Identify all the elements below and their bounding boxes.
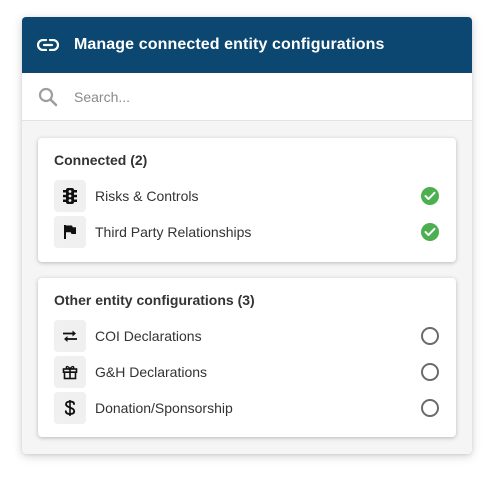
other-configurations-section: Other entity configurations (3) COI Decl…: [38, 278, 456, 437]
traffic-light-icon: [54, 180, 86, 212]
search-input[interactable]: [74, 88, 414, 105]
connected-check-toggle[interactable]: [420, 186, 440, 206]
search-bar: [22, 73, 472, 121]
entity-row-coi-declarations[interactable]: COI Declarations: [54, 318, 440, 354]
radio-unchecked-icon: [421, 399, 439, 417]
dollar-icon: [54, 392, 86, 424]
entity-label: COI Declarations: [95, 328, 202, 344]
entity-label: G&H Declarations: [95, 364, 208, 380]
select-radio[interactable]: [420, 398, 440, 418]
select-radio[interactable]: [420, 362, 440, 382]
link-icon: [36, 33, 60, 57]
connected-section-title: Connected (2): [54, 152, 148, 168]
entity-label: Donation/Sponsorship: [95, 400, 233, 416]
gift-icon: [54, 356, 86, 388]
check-circle-icon: [421, 223, 439, 241]
entity-row-third-party-relationships[interactable]: Third Party Relationships: [54, 214, 440, 250]
search-icon: [36, 85, 60, 109]
entity-row-gh-declarations[interactable]: G&H Declarations: [54, 354, 440, 390]
manage-entity-configurations-panel: Manage connected entity configurations C…: [22, 17, 472, 454]
radio-unchecked-icon: [421, 363, 439, 381]
select-radio[interactable]: [420, 326, 440, 346]
radio-unchecked-icon: [421, 327, 439, 345]
entity-row-donation-sponsorship[interactable]: Donation/Sponsorship: [54, 390, 440, 426]
connected-section: Connected (2) Risks & Controls Third Par…: [38, 138, 456, 262]
flag-icon: [54, 216, 86, 248]
entity-label: Risks & Controls: [95, 188, 199, 204]
panel-title: Manage connected entity configurations: [74, 36, 385, 53]
connected-check-toggle[interactable]: [420, 222, 440, 242]
swap-arrows-icon: [54, 320, 86, 352]
panel-header: Manage connected entity configurations: [22, 17, 472, 73]
entity-row-risks-controls[interactable]: Risks & Controls: [54, 178, 440, 214]
check-circle-icon: [421, 187, 439, 205]
other-section-title: Other entity configurations (3): [54, 292, 255, 308]
entity-label: Third Party Relationships: [95, 224, 252, 240]
